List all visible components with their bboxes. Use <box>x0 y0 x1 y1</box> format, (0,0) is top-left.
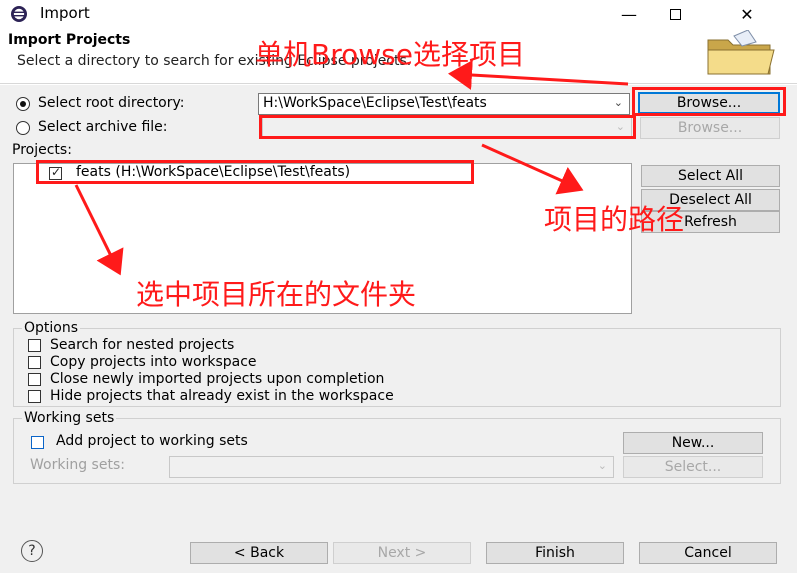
back-button[interactable]: < Back <box>190 542 328 564</box>
annotation-box-path <box>259 115 636 139</box>
projects-label: Projects: <box>12 142 72 158</box>
root-directory-label: Select root directory: <box>38 95 185 111</box>
minimize-icon: — <box>621 4 637 24</box>
annotation-box-browse <box>632 87 786 116</box>
copy-projects-checkbox[interactable] <box>28 356 41 369</box>
root-directory-value: H:\WorkSpace\Eclipse\Test\feats <box>263 95 487 111</box>
copy-projects-label[interactable]: Copy projects into workspace <box>50 354 257 370</box>
annotation-path-note: 项目的路径 <box>544 203 685 236</box>
folder-icon <box>707 30 775 75</box>
annotation-browse-note: 单机Browse选择项目 <box>255 38 525 71</box>
working-sets-combo[interactable]: ⌄ <box>169 456 614 478</box>
working-sets-label: Working sets: <box>30 457 125 473</box>
cancel-button[interactable]: Cancel <box>639 542 777 564</box>
finish-button[interactable]: Finish <box>486 542 624 564</box>
nested-projects-checkbox[interactable] <box>28 339 41 352</box>
eclipse-app-icon <box>11 6 27 22</box>
working-sets-title: Working sets <box>22 410 117 426</box>
add-to-working-sets-checkbox[interactable] <box>31 436 44 449</box>
archive-file-label: Select archive file: <box>38 119 168 135</box>
wizard-title: Import Projects <box>8 32 131 48</box>
close-projects-checkbox[interactable] <box>28 373 41 386</box>
window-title: Import <box>40 4 90 22</box>
chevron-down-icon: ⌄ <box>597 459 607 472</box>
select-all-button[interactable]: Select All <box>641 165 780 187</box>
close-projects-label[interactable]: Close newly imported projects upon compl… <box>50 371 384 387</box>
close-icon: ✕ <box>740 4 754 24</box>
close-button[interactable]: ✕ <box>724 0 770 28</box>
archive-file-radio[interactable] <box>16 121 30 135</box>
hide-projects-label[interactable]: Hide projects that already exist in the … <box>50 388 394 404</box>
annotation-box-project <box>36 160 474 184</box>
chevron-down-icon: ⌄ <box>613 96 623 109</box>
maximize-button[interactable] <box>652 0 698 28</box>
add-to-working-sets-label[interactable]: Add project to working sets <box>56 433 248 449</box>
help-button[interactable]: ? <box>21 540 43 562</box>
minimize-button[interactable]: — <box>606 0 652 28</box>
root-directory-radio[interactable] <box>16 97 30 111</box>
nested-projects-label[interactable]: Search for nested projects <box>50 337 234 353</box>
new-working-set-button[interactable]: New... <box>623 432 763 454</box>
help-icon: ? <box>28 543 36 559</box>
options-title: Options <box>22 320 81 336</box>
browse-archive-button[interactable]: Browse... <box>640 117 780 139</box>
maximize-icon <box>669 8 681 20</box>
next-button[interactable]: Next > <box>333 542 471 564</box>
select-working-sets-button[interactable]: Select... <box>623 456 763 478</box>
root-directory-combo[interactable]: H:\WorkSpace\Eclipse\Test\feats ⌄ <box>258 93 630 115</box>
hide-projects-checkbox[interactable] <box>28 390 41 403</box>
annotation-folder-note: 选中项目所在的文件夹 <box>136 278 417 311</box>
